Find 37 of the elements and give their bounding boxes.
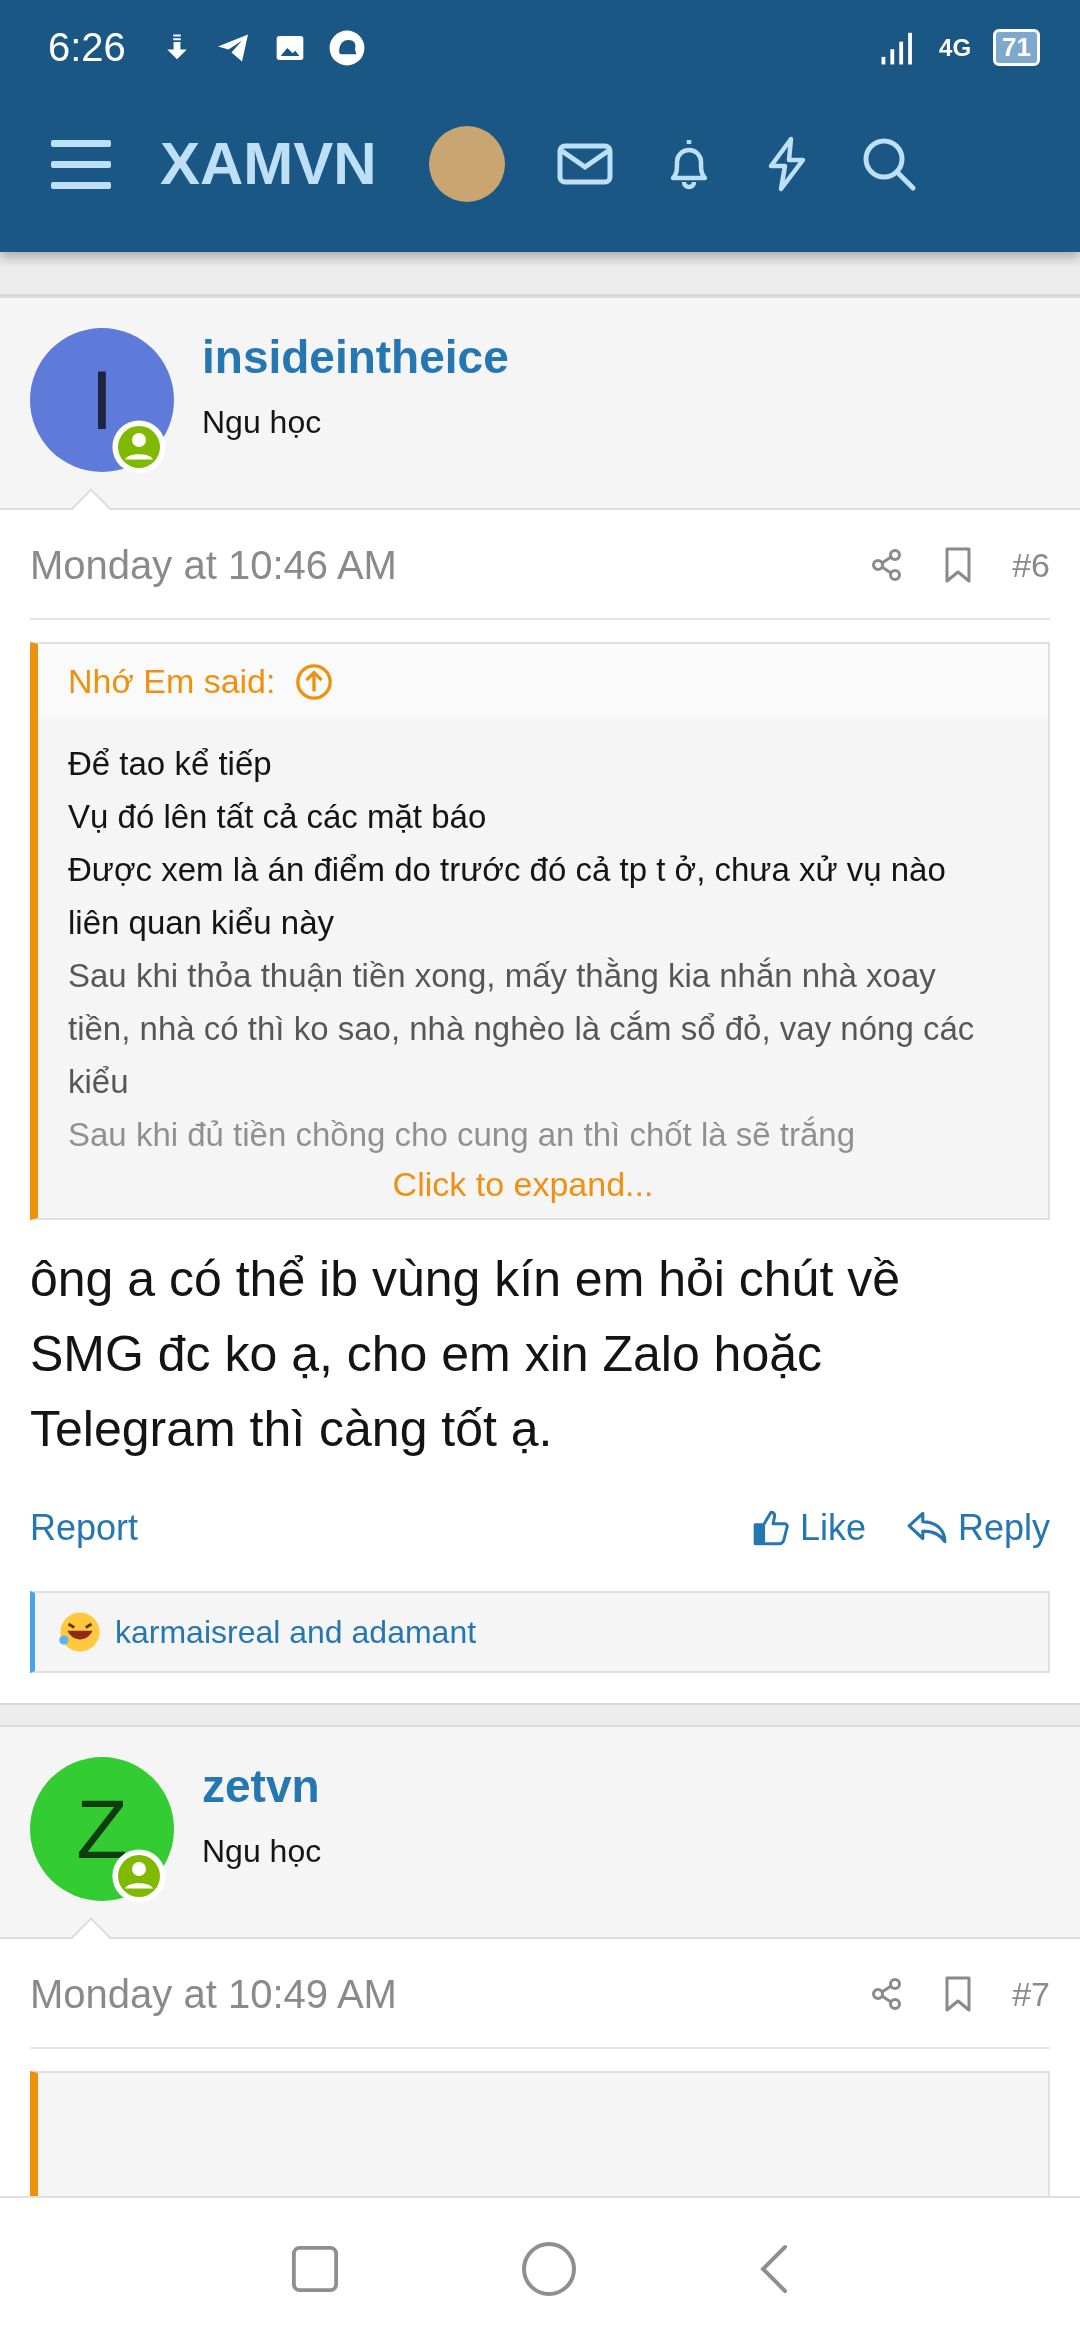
- thumbs-up-icon[interactable]: [751, 1509, 790, 1547]
- online-user-icon: [111, 419, 167, 475]
- bookmark-icon[interactable]: [944, 1976, 973, 2012]
- user-title: Ngu học: [202, 1833, 322, 1870]
- bookmark-icon[interactable]: [944, 547, 973, 583]
- menu-icon[interactable]: [50, 137, 112, 190]
- chat-bubble-icon: [327, 28, 366, 67]
- site-logo[interactable]: XAMVN: [160, 129, 377, 198]
- post-number[interactable]: #6: [1012, 545, 1050, 585]
- username-link[interactable]: insideintheice: [202, 330, 509, 384]
- reaction-users-link[interactable]: karmaisreal and adamant: [115, 1613, 477, 1651]
- status-time: 6:26: [48, 25, 126, 70]
- quote-text: Vụ đó lên tất cả các mặt báo: [68, 797, 488, 837]
- quote-text: Sau khi thỏa thuận tiền xong, mấy thằng kia nhắn nhà xoay tiền, nhà có thì ko sao, nhà nghèo là cắm sổ đỏ, vay nóng các kiểu: [68, 956, 976, 1102]
- mail-icon[interactable]: [556, 142, 613, 185]
- battery-level: 71: [993, 29, 1040, 66]
- post-number[interactable]: #7: [1012, 1974, 1050, 2014]
- post-message: ông a có thể ib vùng kín em hỏi chút về SMG đc ko ạ, cho em xin Zalo hoặc Telegram thì càng tốt ạ.: [30, 1250, 901, 1459]
- network-type: 4G: [939, 33, 972, 62]
- reply-button[interactable]: Reply: [957, 1507, 1050, 1549]
- username-link[interactable]: zetvn: [202, 1759, 322, 1813]
- like-button[interactable]: Like: [799, 1507, 866, 1549]
- user-title: Ngu học: [202, 404, 323, 441]
- quote-text: Để tao kể tiếp: [68, 744, 273, 784]
- reply-arrow-icon[interactable]: [905, 1510, 948, 1546]
- arrow-up-circle-icon[interactable]: [295, 662, 334, 701]
- quote-text: Được xem là án điểm do trước đó cả tp t ở, chưa xử vụ nào liên quan kiểu này: [68, 850, 947, 943]
- user-avatar-letter[interactable]: Z: [30, 1757, 174, 1901]
- report-link[interactable]: Report: [30, 1507, 139, 1549]
- quote-author-link[interactable]: Nhớ Em said:: [68, 662, 276, 701]
- quote-text: Sau khi đủ tiền chồng cho cung an thì chốt là sẽ trắng: [68, 1115, 857, 1155]
- recents-square-icon[interactable]: [291, 2245, 339, 2293]
- user-avatar-letter[interactable]: I: [30, 328, 174, 472]
- back-chevron-icon[interactable]: [759, 2244, 789, 2294]
- home-circle-icon[interactable]: [521, 2241, 577, 2297]
- post-date[interactable]: Monday at 10:49 AM: [30, 1971, 397, 2017]
- post-date[interactable]: Monday at 10:46 AM: [30, 542, 397, 588]
